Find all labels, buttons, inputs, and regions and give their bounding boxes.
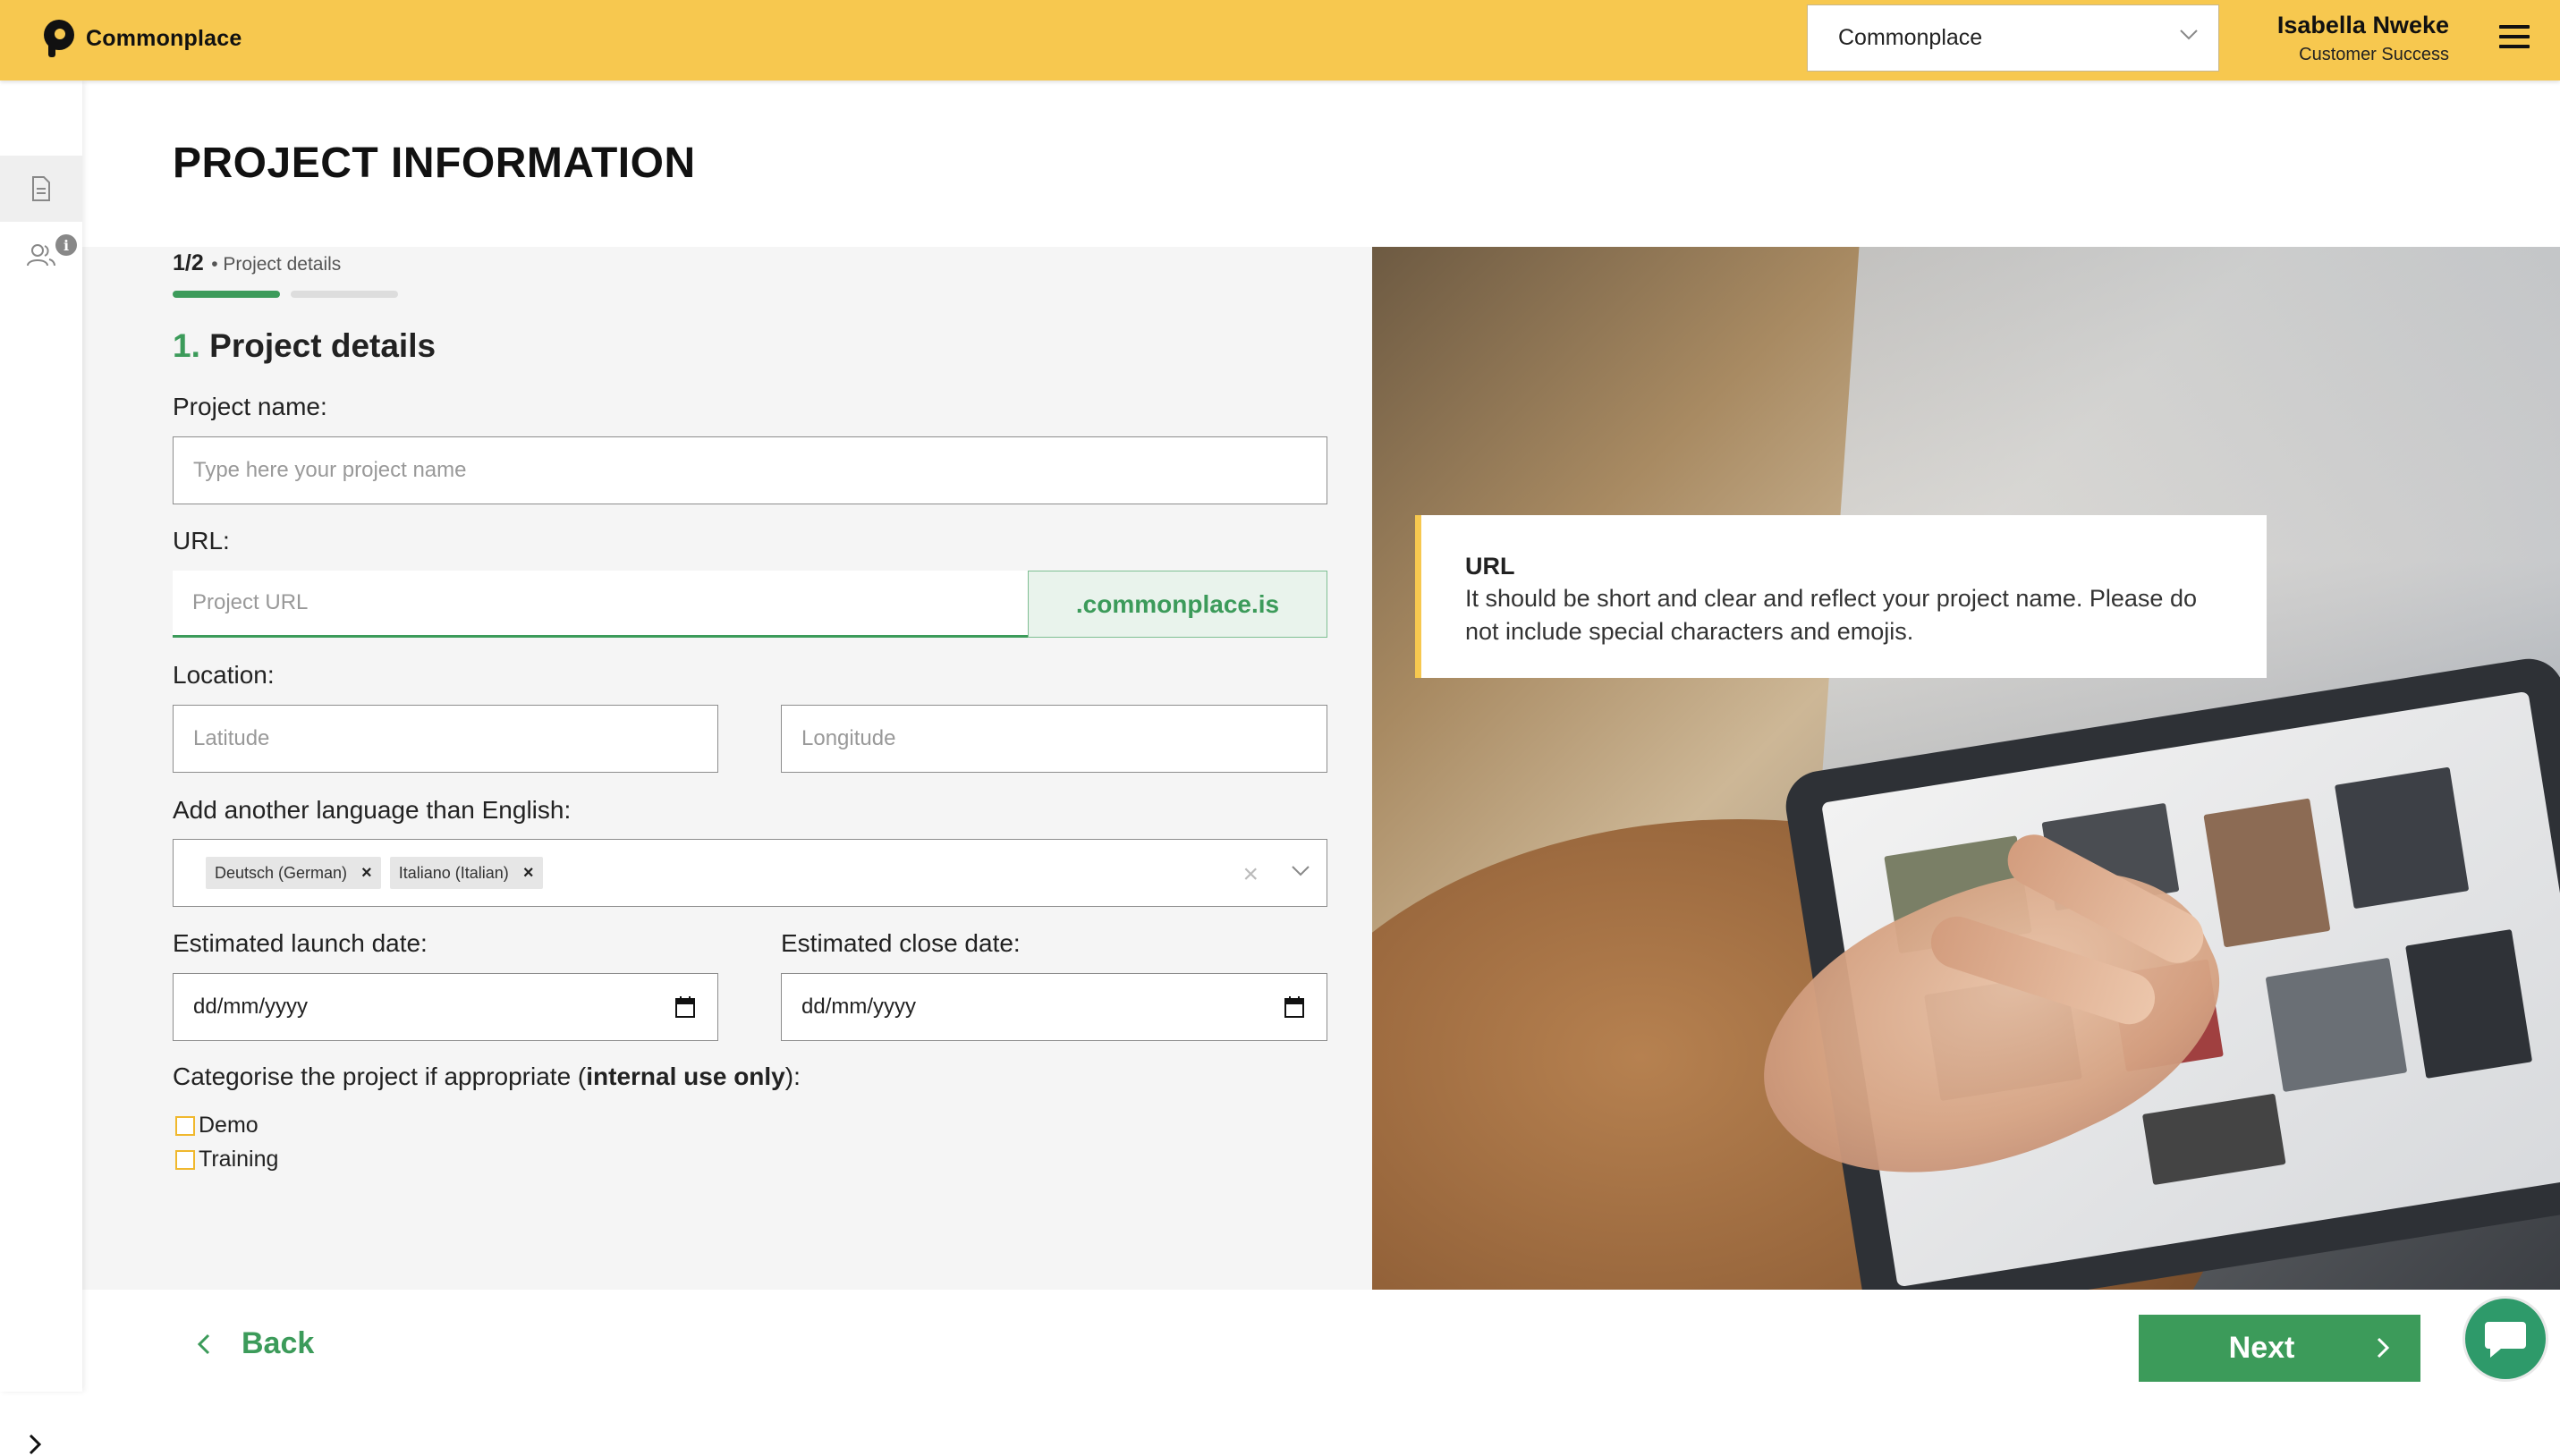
longitude-placeholder: Longitude	[801, 726, 896, 750]
training-checkbox-label: Training	[199, 1147, 279, 1172]
category-label-pre: Categorise the project if appropriate (	[173, 1062, 587, 1090]
organization-select-value: Commonplace	[1838, 25, 1983, 50]
launch-date-value: dd/mm/yyyy	[193, 995, 309, 1019]
info-card-text: It should be short and clear and reflect…	[1465, 585, 2197, 645]
chat-bubble-icon	[2485, 1322, 2526, 1358]
close-date-input[interactable]: dd/mm/yyyy	[781, 973, 1327, 1041]
category-training[interactable]: Training	[175, 1147, 278, 1172]
language-tag-label: Italiano (Italian)	[398, 863, 509, 882]
category-demo[interactable]: Demo	[175, 1113, 259, 1139]
language-tag-italian: Italiano (Italian) ×	[389, 857, 543, 889]
project-name-placeholder: Type here your project name	[193, 458, 467, 482]
chevron-right-icon[interactable]	[27, 1433, 43, 1456]
document-icon	[32, 176, 50, 201]
section-title: 1. Project details	[173, 327, 436, 365]
url-info-card: URL It should be short and clear and ref…	[1415, 515, 2267, 678]
section-number: 1.	[173, 327, 200, 364]
chevron-down-icon[interactable]	[1291, 865, 1310, 877]
url-suffix: .commonplace.is	[1028, 571, 1327, 638]
launch-date-label: Estimated launch date:	[173, 929, 428, 957]
language-label: Add another language than English:	[173, 796, 572, 824]
location-label: Location:	[173, 661, 275, 689]
hero-photo	[1372, 247, 2560, 1290]
chevron-right-icon	[2377, 1337, 2390, 1359]
step-count: 1/2	[173, 250, 204, 275]
remove-tag-icon[interactable]: ×	[361, 863, 372, 884]
clear-icon[interactable]: ×	[1242, 859, 1259, 890]
user-role: Customer Success	[2299, 45, 2449, 64]
calendar-icon[interactable]	[1284, 995, 1305, 1019]
page-title: PROJECT INFORMATION	[173, 140, 696, 187]
demo-checkbox[interactable]	[175, 1115, 195, 1136]
latitude-input[interactable]: Latitude	[173, 705, 718, 773]
calendar-icon[interactable]	[674, 995, 696, 1019]
info-card-title: URL	[1465, 553, 1515, 580]
stepper-progress	[173, 291, 398, 298]
category-label-bold: internal use only	[586, 1062, 785, 1090]
remove-tag-icon[interactable]: ×	[523, 863, 534, 884]
next-button[interactable]: Next	[2139, 1315, 2420, 1382]
back-button-label: Back	[242, 1326, 315, 1360]
left-sidebar: i	[0, 80, 82, 1455]
sidebar-item-project-info[interactable]	[0, 156, 82, 222]
step-bar-1	[173, 291, 280, 298]
language-tag-label: Deutsch (German)	[215, 863, 348, 882]
category-label: Categorise the project if appropriate (i…	[173, 1062, 801, 1091]
demo-checkbox-label: Demo	[199, 1113, 259, 1138]
longitude-input[interactable]: Longitude	[781, 705, 1327, 773]
language-tag-german: Deutsch (German) ×	[206, 857, 381, 889]
organization-select[interactable]: Commonplace	[1807, 4, 2219, 72]
users-icon	[27, 244, 55, 267]
section-title-text: Project details	[209, 327, 437, 364]
next-button-label: Next	[2228, 1331, 2295, 1365]
project-name-input[interactable]: Type here your project name	[173, 436, 1327, 504]
info-badge-icon: i	[55, 234, 77, 256]
url-placeholder: Project URL	[192, 590, 309, 614]
commonplace-logo-icon	[44, 20, 74, 57]
url-input[interactable]: Project URL	[173, 571, 1028, 638]
step-bar-2	[291, 291, 398, 298]
chevron-left-icon	[197, 1333, 210, 1354]
launch-date-input[interactable]: dd/mm/yyyy	[173, 973, 718, 1041]
brand-logo[interactable]: Commonplace	[41, 19, 242, 58]
close-date-label: Estimated close date:	[781, 929, 1021, 957]
chat-button[interactable]	[2463, 1296, 2548, 1382]
training-checkbox[interactable]	[175, 1149, 195, 1170]
user-info[interactable]: Isabella Nweke Customer Success	[2277, 12, 2449, 65]
stepper-text: 1/2 • Project details	[173, 250, 341, 276]
close-date-value: dd/mm/yyyy	[801, 995, 917, 1019]
hamburger-menu-icon[interactable]	[2499, 25, 2530, 52]
category-label-post: ):	[784, 1062, 801, 1090]
step-label: • Project details	[211, 254, 342, 275]
top-header: Commonplace Commonplace Isabella Nweke C…	[0, 0, 2560, 80]
language-multiselect[interactable]: Deutsch (German) × Italiano (Italian) × …	[173, 839, 1327, 907]
url-label: URL:	[173, 527, 230, 554]
brand-name: Commonplace	[86, 25, 242, 51]
back-button[interactable]: Back	[197, 1326, 314, 1361]
user-name: Isabella Nweke	[2276, 12, 2449, 38]
project-name-label: Project name:	[173, 393, 327, 420]
latitude-placeholder: Latitude	[193, 726, 270, 750]
chevron-down-icon	[2180, 30, 2198, 40]
